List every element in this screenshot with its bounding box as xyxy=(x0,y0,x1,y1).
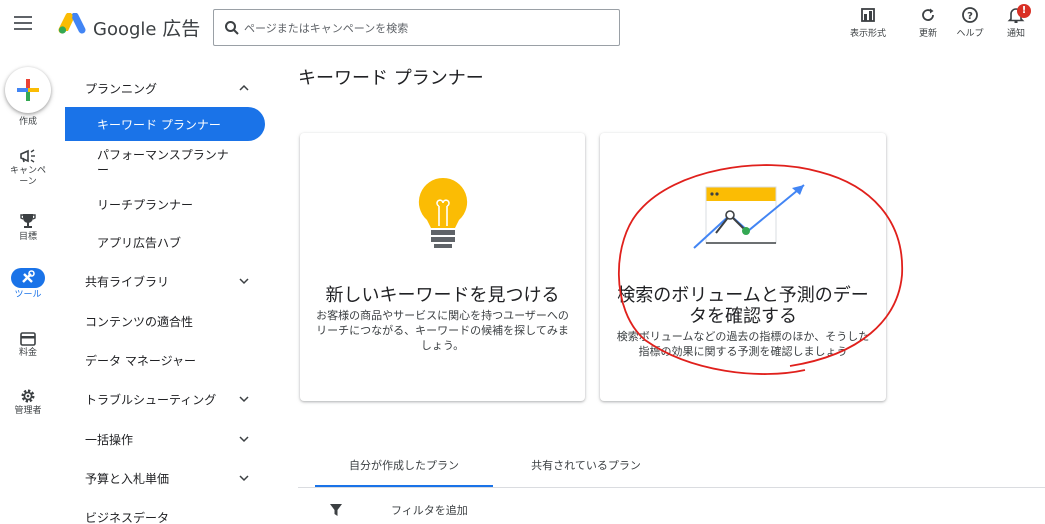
nav-business-data-label: ビジネスデータ xyxy=(85,511,170,524)
forecast-chart-icon xyxy=(693,184,805,249)
discover-keywords-description: お客様の商品やサービスに関心を持つユーザーへのリーチにつながる、キーワードの候補… xyxy=(316,309,569,352)
search-volume-card[interactable]: 検索のボリュームと予測のデータを確認する 検索ボリュームなどの過去の指標のほか、… xyxy=(600,133,886,401)
nav-content-suitability-label: コンテンツの適合性 xyxy=(85,315,194,329)
add-filter-button[interactable]: フィルタを追加 xyxy=(391,502,468,518)
megaphone-icon xyxy=(20,149,35,163)
gear-icon xyxy=(21,389,35,403)
nav-planning[interactable]: プランニング xyxy=(65,71,265,105)
chevron-up-icon xyxy=(239,84,249,91)
tools-active-pill xyxy=(11,268,45,288)
notifications-label: 通知 xyxy=(1006,29,1025,39)
rail-tools-label: ツール xyxy=(14,290,42,300)
nav-shared-library[interactable]: 共有ライブラリ xyxy=(65,264,265,298)
nav-keyword-planner-label: キーワード プランナー xyxy=(97,118,221,132)
nav-shared-library-label: 共有ライブラリ xyxy=(85,275,170,289)
chevron-down-icon xyxy=(239,475,249,482)
appearance-button[interactable]: 表示形式 xyxy=(843,6,893,39)
nav-budgets-bids[interactable]: 予算と入札単価 xyxy=(65,461,265,495)
nav-planning-label: プランニング xyxy=(85,82,158,96)
nav-data-manager-label: データ マネージャー xyxy=(85,354,196,368)
rail-goals[interactable]: 目標 xyxy=(0,212,56,243)
nav-reach-planner-label: リーチプランナー xyxy=(97,198,194,212)
nav-data-manager[interactable]: データ マネージャー xyxy=(65,343,265,377)
tab-my-plans-label: 自分が作成したプラン xyxy=(349,459,459,472)
google-ads-logo-icon xyxy=(58,13,86,34)
notifications-button[interactable]: ! 通知 xyxy=(991,4,1041,39)
search-input[interactable] xyxy=(244,18,604,38)
rail-goals-label: 目標 xyxy=(18,232,37,242)
credit-card-icon xyxy=(20,332,36,346)
menu-icon[interactable] xyxy=(14,16,32,30)
tabs-divider xyxy=(298,487,1045,488)
nav-bulk-actions[interactable]: 一括操作 xyxy=(65,422,265,456)
rail-create[interactable]: 作成 xyxy=(0,115,56,128)
nav-reach-planner[interactable]: リーチプランナー xyxy=(65,187,265,221)
nav-app-ad-hub-label: アプリ広告ハブ xyxy=(97,236,182,250)
appearance-label: 表示形式 xyxy=(849,29,886,39)
help-button[interactable]: ? ヘルプ xyxy=(945,6,995,39)
tab-shared-plans[interactable]: 共有されているプラン xyxy=(500,447,672,487)
create-button[interactable] xyxy=(5,67,51,113)
lightbulb-icon xyxy=(418,177,468,248)
nav-troubleshooting[interactable]: トラブルシューティング xyxy=(65,382,265,416)
rail-tools[interactable]: ツール xyxy=(0,268,56,301)
chevron-down-icon xyxy=(239,436,249,443)
help-label: ヘルプ xyxy=(956,29,984,39)
notification-badge: ! xyxy=(1017,4,1031,18)
nav-bulk-actions-label: 一括操作 xyxy=(85,433,134,447)
nav-app-ad-hub[interactable]: アプリ広告ハブ xyxy=(65,225,265,259)
tools-icon xyxy=(22,270,35,283)
brand-name: Google 広告 xyxy=(93,14,200,41)
plus-icon xyxy=(17,79,39,101)
filter-icon[interactable] xyxy=(329,503,343,517)
page-title: キーワード プランナー xyxy=(298,68,484,89)
search-box[interactable] xyxy=(213,9,620,46)
rail-admin[interactable]: 管理者 xyxy=(0,388,56,417)
rail-campaigns-label: キャンペーン xyxy=(9,166,46,187)
search-icon xyxy=(225,21,239,35)
search-volume-title: 検索のボリュームと予測のデータを確認する xyxy=(617,285,869,327)
nav-performance-planner-label: パフォーマンスプランナー xyxy=(97,148,229,177)
tab-my-plans[interactable]: 自分が作成したプラン xyxy=(315,447,493,487)
nav-troubleshooting-label: トラブルシューティング xyxy=(85,393,217,407)
top-bar: Google 広告 表示形式 更新 ? ヘルプ xyxy=(0,0,1045,56)
rail-create-label: 作成 xyxy=(18,117,37,127)
chevron-down-icon xyxy=(239,278,249,285)
refresh-icon xyxy=(922,8,934,21)
nav-business-data[interactable]: ビジネスデータ xyxy=(65,500,265,524)
nav-keyword-planner[interactable]: キーワード プランナー xyxy=(65,107,265,141)
brand-suffix: 広告 xyxy=(162,18,201,40)
nav-budgets-bids-label: 予算と入札単価 xyxy=(85,472,170,486)
discover-keywords-card[interactable]: 新しいキーワードを見つける お客様の商品やサービスに関心を持つユーザーへのリーチ… xyxy=(300,133,585,401)
brand-google: Google xyxy=(93,19,157,40)
rail-admin-label: 管理者 xyxy=(14,406,42,416)
rail-billing[interactable]: 料金 xyxy=(0,332,56,359)
discover-keywords-title: 新しいキーワードを見つける xyxy=(325,285,560,306)
search-volume-description: 検索ボリュームなどの過去の指標のほか、そうした指標の効果に関する予測を確認しまし… xyxy=(616,330,870,358)
nav-content-suitability[interactable]: コンテンツの適合性 xyxy=(65,304,265,338)
help-icon: ? xyxy=(962,7,978,23)
rail-campaigns[interactable]: キャンペーン xyxy=(0,148,56,188)
rail-billing-label: 料金 xyxy=(18,348,37,358)
nav-performance-planner[interactable]: パフォーマンスプランナー xyxy=(65,146,235,180)
appearance-icon xyxy=(861,8,875,22)
trophy-icon xyxy=(20,214,36,228)
chevron-down-icon xyxy=(239,396,249,403)
tab-shared-plans-label: 共有されているプラン xyxy=(531,459,641,472)
svg-text:?: ? xyxy=(967,11,973,22)
